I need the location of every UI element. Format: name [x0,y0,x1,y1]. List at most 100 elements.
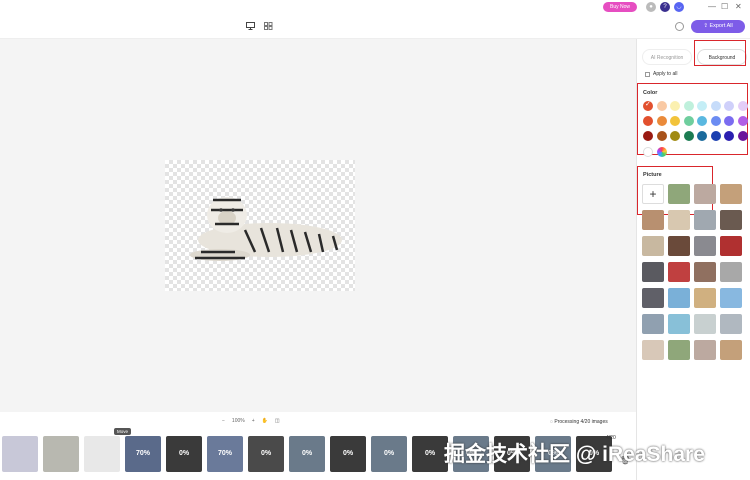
user-icon[interactable]: ● [646,2,656,12]
color-swatch[interactable] [724,131,734,141]
color-swatch[interactable] [683,101,694,111]
history-icon[interactable] [675,22,684,31]
apply-to-all-label: Apply to all [653,71,678,77]
zoom-out-button[interactable]: − [222,418,225,424]
background-picture[interactable] [642,236,664,256]
move-tooltip: Move [114,428,132,435]
image-preview[interactable] [165,160,355,291]
color-swatch[interactable] [656,116,667,126]
background-picture[interactable] [668,184,690,204]
thumbnail-item[interactable]: 0% [412,436,448,472]
background-picture[interactable] [720,184,742,204]
grid-icon[interactable] [264,22,273,30]
color-swatch[interactable] [643,131,653,141]
background-picture[interactable] [668,340,690,360]
background-picture[interactable] [694,314,716,334]
color-swatch[interactable] [737,131,748,141]
color-swatch[interactable] [670,101,680,111]
background-picture[interactable] [642,314,664,334]
thumbnail-progress: 0% [178,450,190,457]
thumbnail-item[interactable] [2,436,38,472]
add-picture-button[interactable]: + [642,184,664,204]
color-swatch[interactable] [656,131,667,141]
color-swatch[interactable] [724,101,734,111]
background-picture[interactable] [668,314,690,334]
tab-ai-recognition[interactable]: AI Recognition [642,49,692,65]
thumbnail-item[interactable]: 70% [125,436,161,472]
background-picture[interactable] [694,184,716,204]
discord-icon[interactable]: ◡ [674,2,684,12]
color-swatch[interactable] [697,116,707,126]
background-picture[interactable] [694,340,716,360]
thumbnail-progress: 0% [424,450,436,457]
thumbnail-item[interactable]: 0% [166,436,202,472]
background-picture[interactable] [642,340,664,360]
color-picker-icon[interactable] [656,147,667,157]
background-picture[interactable] [694,262,716,282]
thumbnail-item[interactable]: 0% [371,436,407,472]
background-picture[interactable] [668,210,690,230]
title-bar: Buy Now ● ? ◡ — ☐ ✕ [0,0,750,14]
thumbnail-item[interactable]: 0% [330,436,366,472]
color-swatch[interactable] [724,116,734,126]
minimize-icon[interactable]: — [708,1,716,13]
background-picture[interactable] [642,262,664,282]
spinner-icon: ◌ [550,419,553,425]
color-swatch[interactable] [710,116,721,126]
color-swatch[interactable] [710,101,721,111]
thumbnail-item[interactable]: 0% [248,436,284,472]
bottom-bar: − 100% + ✋ ◫ ◌ Processing 4/20 images [0,412,636,434]
apply-to-all-checkbox[interactable] [645,71,650,77]
thumbnail-progress: 0% [342,450,354,457]
background-picture[interactable] [668,262,690,282]
color-swatch[interactable] [683,116,694,126]
apply-to-all-row[interactable]: Apply to all [645,71,677,77]
hand-icon[interactable]: ✋ [262,418,268,424]
background-picture[interactable] [720,262,742,282]
compare-icon[interactable]: ◫ [275,418,280,424]
background-picture[interactable] [642,288,664,308]
thumbnail-item[interactable]: 70% [207,436,243,472]
buy-now-button[interactable]: Buy Now [603,2,637,12]
background-picture[interactable] [720,314,742,334]
background-picture[interactable] [720,288,742,308]
color-swatch[interactable] [656,101,667,111]
color-swatch-white[interactable] [643,147,653,157]
canvas-area[interactable] [0,39,636,412]
thumbnail-item[interactable]: 0% [289,436,325,472]
color-swatch[interactable] [697,101,707,111]
zoom-in-button[interactable]: + [252,418,255,424]
close-icon[interactable]: ✕ [735,1,742,13]
color-swatch[interactable] [670,131,680,141]
question-icon[interactable]: ? [660,2,670,12]
maximize-icon[interactable]: ☐ [721,1,728,13]
color-label: Color [643,90,658,96]
color-swatch[interactable] [697,131,707,141]
thumbnail-item[interactable] [84,436,120,472]
monitor-icon[interactable] [246,22,255,30]
export-all-button[interactable]: ⇪ Export All [691,20,745,33]
color-swatch[interactable] [683,131,694,141]
background-picture[interactable] [720,340,742,360]
thumbnail-progress: 70% [135,450,150,457]
background-picture[interactable] [668,288,690,308]
color-swatch[interactable] [643,100,653,111]
color-swatch[interactable] [670,116,680,126]
background-picture[interactable] [642,210,664,230]
thumbnail-progress: 0% [301,450,313,457]
processing-status: ◌ Processing 4/20 images [550,419,608,425]
background-panel: AI Recognition Background Apply to all C… [636,39,750,480]
background-picture[interactable] [694,236,716,256]
background-picture[interactable] [720,210,742,230]
background-picture[interactable] [694,210,716,230]
color-swatch[interactable] [710,131,721,141]
processing-text: Processing 4/20 images [554,419,608,425]
background-picture[interactable] [720,236,742,256]
thumbnail-item[interactable] [43,436,79,472]
color-swatch[interactable] [737,101,748,111]
color-swatch[interactable] [643,116,653,126]
background-picture[interactable] [694,288,716,308]
background-picture[interactable] [668,236,690,256]
tiger-image [190,197,342,261]
color-swatch[interactable] [737,116,748,126]
